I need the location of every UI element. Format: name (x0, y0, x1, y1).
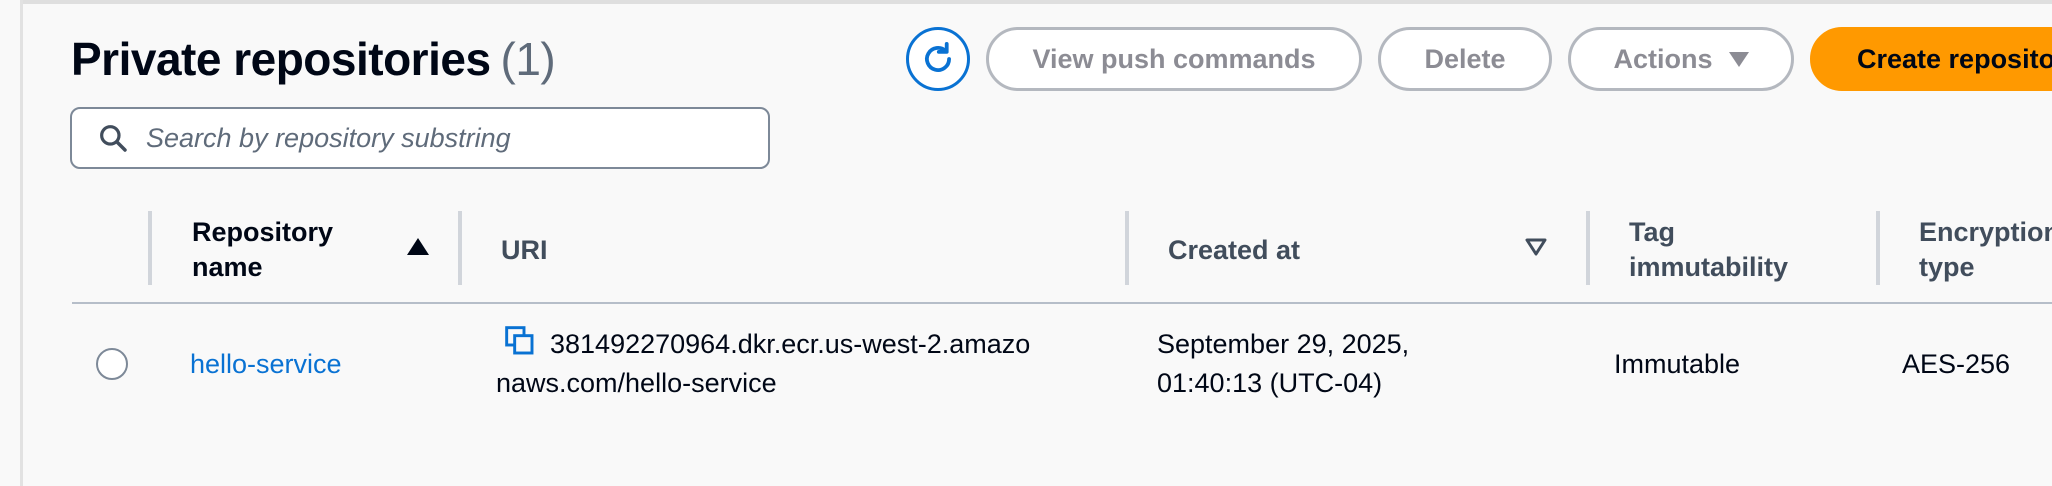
created-at-line-2: 01:40:13 (UTC-04) (1157, 368, 1383, 398)
row-select-radio[interactable] (96, 348, 128, 380)
tag-immutability: Immutable (1614, 349, 1741, 379)
refresh-button[interactable] (906, 27, 970, 91)
search-input[interactable] (146, 122, 746, 154)
column-divider[interactable] (1876, 211, 1880, 285)
create-repository-label: Create repository (1857, 43, 2052, 74)
column-divider (148, 211, 152, 285)
uri-line-2: naws.com/hello-service (496, 368, 777, 398)
column-header-uri: URI (501, 210, 548, 290)
uri-line-1: 381492270964.dkr.ecr.us-west-2.amazo (550, 329, 1031, 359)
column-header-created-at[interactable]: Created at (1168, 210, 1300, 290)
table-header-border (72, 302, 2052, 304)
window-left-border (20, 0, 23, 486)
column-divider[interactable] (1586, 211, 1590, 285)
sort-ascending-icon[interactable] (407, 238, 429, 255)
repository-name-link[interactable]: hello-service (190, 345, 342, 384)
column-divider[interactable] (458, 211, 462, 285)
delete-button[interactable]: Delete (1378, 27, 1552, 91)
window-top-border (20, 0, 2052, 4)
page-title: Private repositories (1) (71, 32, 556, 86)
search-icon (96, 121, 130, 155)
created-at-line-1: September 29, 2025, (1157, 329, 1410, 359)
actions-dropdown-button[interactable]: Actions (1568, 27, 1794, 91)
column-header-tag-immutability: Tag immutability (1629, 210, 1819, 290)
column-header-repository-name[interactable]: Repository name (192, 210, 372, 290)
search-box[interactable] (70, 107, 770, 169)
view-push-commands-label: View push commands (1032, 43, 1316, 74)
repository-count: (1) (500, 33, 556, 85)
column-header-label: URI (501, 234, 548, 265)
caret-down-icon (1728, 51, 1749, 67)
column-header-label: Encryption type (1919, 217, 2052, 282)
repository-uri: 381492270964.dkr.ecr.us-west-2.amazo naw… (496, 325, 1086, 403)
created-at: September 29, 2025, 01:40:13 (UTC-04) (1157, 325, 1487, 403)
view-push-commands-button[interactable]: View push commands (986, 27, 1362, 91)
copy-icon[interactable] (504, 325, 536, 357)
page-title-text: Private repositories (71, 33, 491, 85)
encryption-type: AES-256 (1902, 349, 2011, 379)
sort-toggle-icon[interactable] (1525, 238, 1547, 256)
column-header-encryption-type: Encryption type (1919, 210, 2052, 290)
column-header-label: Created at (1168, 234, 1301, 265)
create-repository-button[interactable]: Create repository (1810, 27, 2052, 91)
column-divider[interactable] (1125, 211, 1129, 285)
actions-label: Actions (1613, 43, 1713, 74)
delete-label: Delete (1424, 43, 1506, 74)
column-header-label: Repository name (192, 217, 334, 282)
refresh-icon (925, 42, 951, 72)
column-header-label: Tag immutability (1629, 217, 1789, 282)
